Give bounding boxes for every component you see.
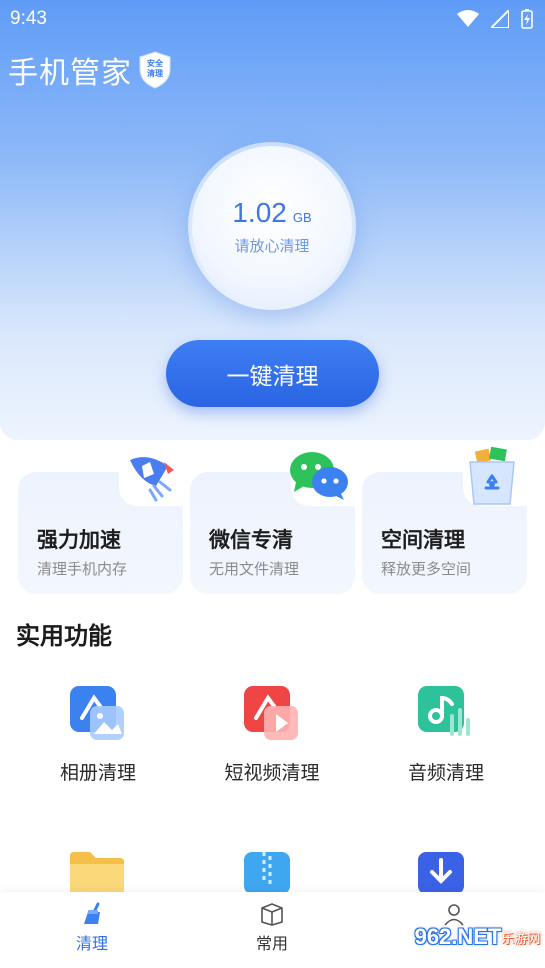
trash-can-icon [469, 446, 515, 505]
feature-subtitle: 清理手机内存 [37, 560, 128, 578]
music-note-icon [418, 686, 470, 736]
signal-icon [491, 10, 509, 28]
watermark-sub: 乐游网 [501, 931, 541, 947]
storage-circle: 1.02 GB 请放心清理 [192, 146, 352, 306]
tool-audio-clean[interactable]: 音频清理 [366, 684, 526, 785]
watermark-text: 962.NET [414, 924, 502, 949]
badge-text: 安全 清理 [147, 59, 163, 78]
storage-unit: GB [292, 209, 312, 225]
photo-album-icon [70, 686, 124, 740]
status-time: 9:43 [10, 8, 47, 29]
battery-icon [521, 9, 533, 29]
rocket-icon [130, 457, 174, 502]
broom-icon [84, 902, 100, 924]
short-video-icon [244, 686, 298, 740]
one-click-clean-button[interactable]: 一键清理 [166, 340, 379, 407]
storage-value: 1.02 [232, 196, 287, 228]
box-icon [261, 903, 283, 926]
feature-title: 空间清理 [381, 528, 465, 552]
status-icons [457, 9, 533, 29]
site-watermark: 962.NET 乐游网 [410, 912, 545, 962]
nav-tab-common[interactable]: 常用 [232, 902, 312, 954]
tools-section-title: 实用功能 [16, 622, 112, 650]
nav-tab-clean[interactable]: 清理 [52, 902, 132, 954]
app-title-row: 手机管家 安全 清理 [8, 48, 172, 92]
wechat-icon [290, 452, 348, 500]
tool-label: 短视频清理 [224, 762, 320, 784]
app-title: 手机管家 [8, 56, 132, 91]
feature-subtitle: 无用文件清理 [209, 560, 300, 578]
folder-icon[interactable] [68, 850, 126, 894]
wifi-icon [457, 10, 479, 27]
tool-label: 相册清理 [59, 762, 136, 784]
zip-file-icon[interactable] [244, 852, 294, 894]
storage-caption: 请放心清理 [234, 236, 310, 255]
storage-value-row: 1.02 GB [232, 197, 311, 229]
tool-short-video-clean[interactable]: 短视频清理 [192, 684, 352, 785]
tool-label: 音频清理 [407, 762, 484, 784]
feature-title: 强力加速 [37, 528, 121, 552]
status-bar: 9:43 [0, 0, 545, 38]
feature-subtitle: 释放更多空间 [381, 560, 472, 578]
download-icon[interactable] [418, 852, 470, 894]
tool-album-clean[interactable]: 相册清理 [18, 684, 178, 785]
nav-label: 常用 [255, 934, 288, 953]
security-shield-icon: 安全 清理 [138, 51, 172, 89]
feature-title: 微信专清 [209, 528, 293, 552]
nav-label: 清理 [75, 934, 108, 953]
